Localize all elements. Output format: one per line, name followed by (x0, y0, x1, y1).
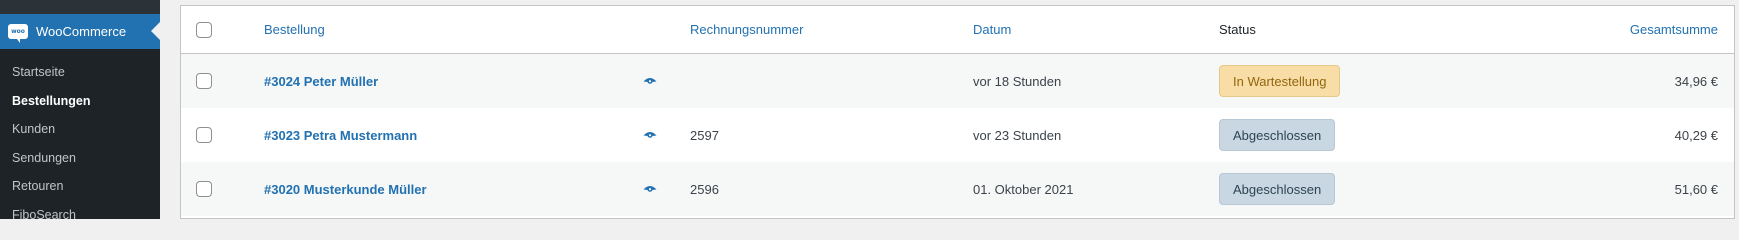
column-header-total[interactable]: Gesamtsumme (1630, 22, 1718, 37)
sidebar-menu-title: WooCommerce (36, 24, 127, 39)
table-row[interactable]: #3024 Peter Müller vor 18 Stunden In War… (181, 54, 1734, 108)
select-all-checkbox[interactable] (196, 21, 212, 38)
woocommerce-logo-icon: woo (8, 24, 28, 43)
woocommerce-submenu: Startseite Bestellungen Kunden Sendungen… (0, 58, 160, 229)
sidebar-item-retouren[interactable]: Retouren (0, 172, 160, 201)
select-all-cell (196, 6, 212, 53)
sidebar-item-startseite[interactable]: Startseite (0, 58, 160, 87)
column-header-date[interactable]: Datum (973, 22, 1011, 37)
invoice-number: 2597 (690, 127, 719, 143)
table-row[interactable]: #3023 Petra Mustermann 2597 vor 23 Stund… (181, 108, 1734, 162)
order-total: 34,96 € (1674, 73, 1718, 89)
sidebar-item-bestellungen[interactable]: Bestellungen (0, 87, 160, 116)
status-badge: Abgeschlossen (1219, 173, 1336, 205)
row-checkbox[interactable] (196, 73, 212, 89)
order-total: 51,60 € (1674, 181, 1718, 197)
order-link[interactable]: #3024 Peter Müller (264, 74, 378, 89)
sidebar-previous-item (0, 0, 160, 14)
column-header-order[interactable]: Bestellung (264, 22, 325, 37)
eye-icon[interactable] (643, 185, 657, 194)
order-link[interactable]: #3023 Petra Mustermann (264, 128, 417, 143)
column-header-status: Status (1219, 22, 1256, 37)
order-link[interactable]: #3020 Musterkunde Müller (264, 182, 427, 197)
row-checkbox[interactable] (196, 181, 212, 197)
order-total: 40,29 € (1674, 127, 1718, 143)
sidebar-menu-woocommerce[interactable]: woo WooCommerce (0, 14, 160, 49)
sidebar-item-kunden[interactable]: Kunden (0, 115, 160, 144)
admin-sidebar: woo WooCommerce Startseite Bestellungen … (0, 0, 160, 222)
row-checkbox[interactable] (196, 127, 212, 143)
invoice-number: 2596 (690, 181, 719, 197)
table-row[interactable]: #3020 Musterkunde Müller 2596 01. Oktobe… (181, 162, 1734, 216)
table-header-row: Bestellung Rechnungsnummer Datum Status … (181, 6, 1734, 54)
sidebar-item-sendungen[interactable]: Sendungen (0, 144, 160, 173)
status-badge: Abgeschlossen (1219, 119, 1336, 151)
eye-icon[interactable] (643, 131, 657, 140)
order-date: 01. Oktober 2021 (973, 181, 1074, 197)
order-date: vor 18 Stunden (973, 73, 1062, 89)
current-menu-arrow (151, 22, 160, 40)
sidebar-item-fibosearch[interactable]: FiboSearch (0, 201, 160, 230)
column-header-invoice[interactable]: Rechnungsnummer (690, 22, 803, 37)
eye-icon[interactable] (643, 77, 657, 86)
order-date: vor 23 Stunden (973, 127, 1062, 143)
status-badge: In Wartestellung (1219, 65, 1341, 97)
orders-table: Bestellung Rechnungsnummer Datum Status … (180, 5, 1735, 219)
